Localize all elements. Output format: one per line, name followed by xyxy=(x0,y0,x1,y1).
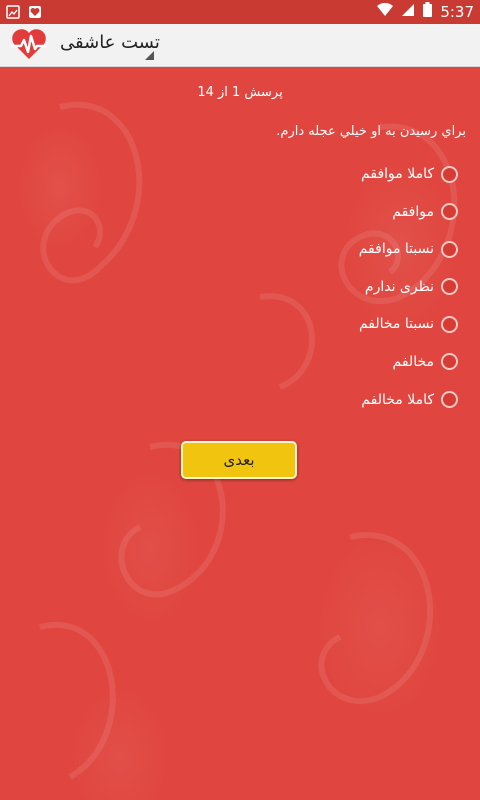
option-label: موافقم xyxy=(392,203,434,220)
signal-icon xyxy=(401,2,415,21)
question-text: براي رسيدن به او خيلي عجله دارم. xyxy=(276,124,466,139)
option-disagree[interactable]: مخالفم xyxy=(359,351,458,373)
radio-button[interactable] xyxy=(441,165,458,183)
option-strongly-disagree[interactable]: کاملا مخالفم xyxy=(359,389,458,411)
option-agree[interactable]: موافقم xyxy=(359,201,458,223)
option-label: مخالفم xyxy=(392,353,434,370)
radio-button[interactable] xyxy=(441,278,458,296)
option-label: نسبتا مخالفم xyxy=(358,316,434,333)
status-bar: 5:37 xyxy=(0,0,480,24)
radio-button[interactable] xyxy=(441,353,458,371)
answer-options: کاملا موافقم موافقم نسبتا موافقم نظری ند… xyxy=(359,163,458,426)
battery-icon xyxy=(423,2,433,21)
option-label: نظری ندارم xyxy=(364,278,434,295)
option-strongly-agree[interactable]: کاملا موافقم xyxy=(359,163,458,185)
quiz-content: پرسش 1 از 14 براي رسيدن به او خيلي عجله … xyxy=(0,67,480,800)
dropdown-triangle-icon[interactable] xyxy=(145,51,154,60)
question-counter: پرسش 1 از 14 xyxy=(197,85,283,100)
app-title[interactable]: تست عاشقی xyxy=(60,32,160,53)
radio-button[interactable] xyxy=(441,391,458,409)
wifi-icon xyxy=(377,2,394,21)
image-notification-icon xyxy=(6,4,20,23)
heart-pulse-logo-icon xyxy=(10,27,48,61)
app-bar: تست عاشقی xyxy=(0,24,480,67)
option-no-opinion[interactable]: نظری ندارم xyxy=(359,276,458,298)
option-label: کاملا مخالفم xyxy=(361,391,434,408)
next-button[interactable]: بعدی xyxy=(181,441,297,479)
option-label: نسبتا موافقم xyxy=(358,241,434,258)
radio-button[interactable] xyxy=(441,203,458,221)
option-label: کاملا موافقم xyxy=(361,166,434,182)
option-somewhat-agree[interactable]: نسبتا موافقم xyxy=(359,238,458,260)
option-somewhat-disagree[interactable]: نسبتا مخالفم xyxy=(359,313,458,335)
clock: 5:37 xyxy=(440,2,474,21)
heart-notification-icon xyxy=(28,4,42,23)
radio-button[interactable] xyxy=(441,240,458,258)
radio-button[interactable] xyxy=(441,315,458,333)
